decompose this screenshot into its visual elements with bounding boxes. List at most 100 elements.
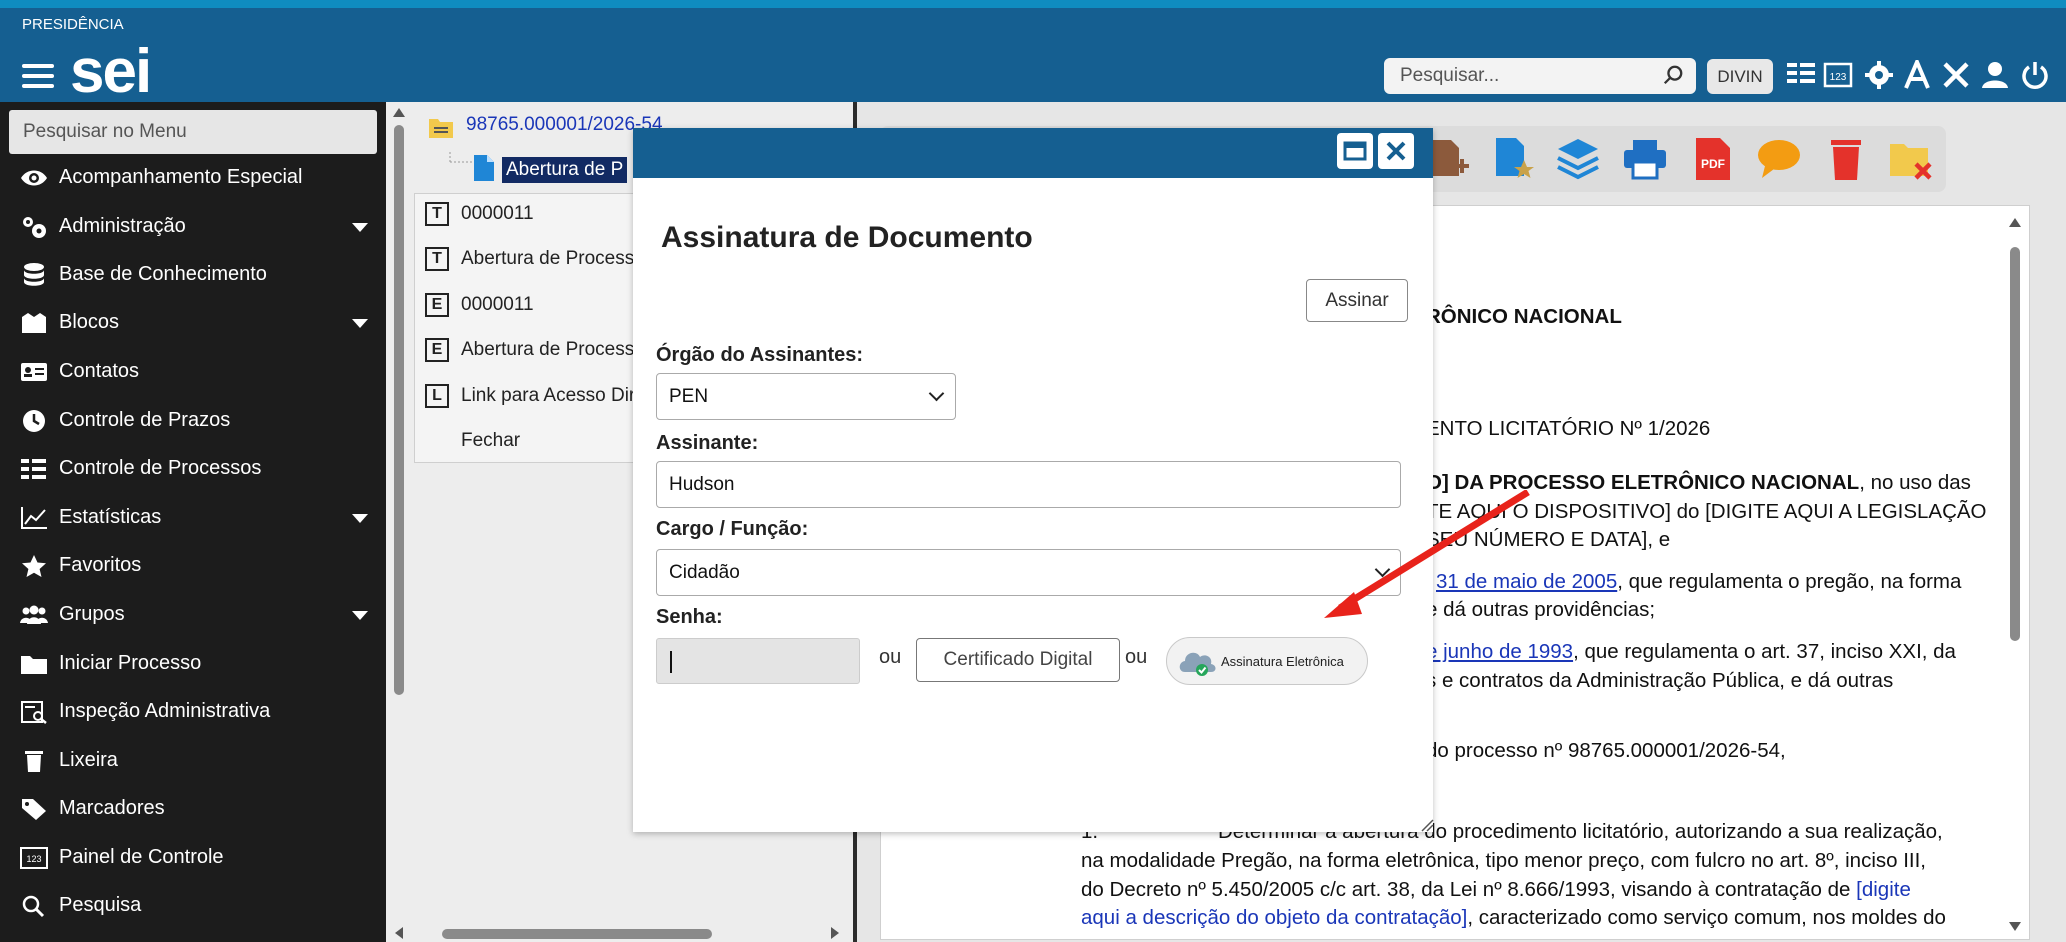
process-list-icon[interactable] <box>1786 60 1816 90</box>
contact-card-icon <box>21 363 47 381</box>
role-select[interactable]: Cidadão <box>656 549 1401 596</box>
maximize-button[interactable] <box>1337 133 1373 169</box>
font-size-icon[interactable] <box>1902 60 1932 90</box>
close-icon <box>1386 141 1406 161</box>
sidebar-item-pesquisa[interactable]: Pesquisa <box>0 885 386 925</box>
ctx-item[interactable]: E Abertura de Processo <box>425 330 645 372</box>
sei-screen: { "header": { "organization": "PRESIDÊNC… <box>0 0 2066 942</box>
signature-modal: Assinatura de Documento Assinar Órgão do… <box>633 128 1433 832</box>
doc-paragraph-line: e junho de 1993, que regulamenta o art. … <box>1426 640 1956 663</box>
sidebar-item-marcadores[interactable]: Marcadores <box>0 788 386 828</box>
database-icon <box>24 263 44 286</box>
ctx-badge: E <box>425 338 449 362</box>
sign-button[interactable]: Assinar <box>1306 279 1408 322</box>
chart-icon <box>21 507 47 529</box>
selected-document-node[interactable]: Abertura de P <box>502 157 628 183</box>
electronic-signature-button[interactable]: Assinatura Eletrônica <box>1166 637 1368 685</box>
chevron-down-icon[interactable] <box>352 223 368 232</box>
signer-field[interactable]: Hudson <box>656 461 1401 508</box>
sidebar-item-painel-controle[interactable]: 123 Painel de Controle <box>0 837 386 877</box>
chevron-down-icon[interactable] <box>352 319 368 328</box>
sidebar-item-estatisticas[interactable]: Estatísticas <box>0 497 386 537</box>
chevron-down-icon <box>928 385 945 402</box>
svg-text:PDF: PDF <box>1701 157 1725 171</box>
top-accent-strip <box>0 0 2066 8</box>
sidebar-item-administracao[interactable]: Administração <box>0 206 386 246</box>
sidebar-item-controle-prazos[interactable]: Controle de Prazos <box>0 400 386 440</box>
ctx-item[interactable]: T 0000011 <box>425 194 645 236</box>
tree-scrollbar[interactable] <box>390 105 408 935</box>
gear-icon[interactable] <box>1864 60 1894 90</box>
menu-search-input[interactable]: Pesquisar no Menu <box>9 110 377 154</box>
horizontal-scrollbar[interactable] <box>392 925 842 942</box>
sidebar-item-inspecao[interactable]: Inspeção Administrativa <box>0 691 386 731</box>
delete-icon[interactable] <box>1823 136 1869 182</box>
folder-icon <box>429 119 453 138</box>
global-search-input[interactable]: Pesquisar... <box>1384 58 1696 94</box>
chevron-down-icon[interactable] <box>352 514 368 523</box>
svg-text:123: 123 <box>1830 72 1847 83</box>
tag-icon <box>22 799 46 820</box>
sidebar-item-lixeira[interactable]: Lixeira <box>0 740 386 780</box>
organization-label: PRESIDÊNCIA <box>22 16 124 33</box>
favorite-document-icon[interactable] <box>1490 136 1536 182</box>
modal-title: Assinatura de Documento <box>661 221 1033 254</box>
sidebar-item-contatos[interactable]: Contatos <box>0 351 386 391</box>
tools-icon[interactable] <box>1941 60 1971 90</box>
sidebar-item-grupos[interactable]: Grupos <box>0 594 386 634</box>
layers-icon[interactable] <box>1555 136 1601 182</box>
or-separator: ou <box>1125 646 1148 668</box>
comment-icon[interactable] <box>1756 136 1802 182</box>
unit-selector-button[interactable]: DIVIN <box>1707 59 1773 94</box>
ctx-badge: T <box>425 247 449 271</box>
panel-123-icon[interactable]: 123 <box>1823 60 1853 90</box>
chevron-down-icon[interactable] <box>352 611 368 620</box>
logout-icon[interactable] <box>2020 60 2050 90</box>
ctx-item[interactable]: L Link para Acesso Direto <box>425 376 645 418</box>
header-bar: PRESIDÊNCIA sei Pesquisar... DIVIN 123 <box>0 8 2066 106</box>
modal-titlebar <box>633 128 1433 178</box>
org-select[interactable]: PEN <box>656 373 956 420</box>
ctx-item[interactable]: E 0000011 <box>425 285 645 327</box>
sidebar-item-iniciar-processo[interactable]: Iniciar Processo <box>0 643 386 683</box>
cloud-check-icon <box>1179 652 1216 676</box>
cancel-folder-icon[interactable] <box>1888 136 1934 182</box>
user-icon[interactable] <box>1980 60 2010 90</box>
resize-grip-icon[interactable] <box>1420 818 1434 832</box>
close-button[interactable] <box>1378 133 1414 169</box>
sidebar-item-acompanhamento[interactable]: Acompanhamento Especial <box>0 157 386 197</box>
or-separator: ou <box>879 646 902 668</box>
hamburger-menu-button[interactable] <box>22 64 54 94</box>
sidebar-item-controle-processos[interactable]: Controle de Processos <box>0 448 386 488</box>
search-icon <box>22 895 45 918</box>
doc-heading: RÔNICO NACIONAL <box>1426 305 1622 328</box>
inspection-icon <box>21 701 47 724</box>
ctx-badge: L <box>425 384 449 408</box>
ctx-item[interactable]: T Abertura de Processo <box>425 239 645 281</box>
sidebar-item-base-conhecimento[interactable]: Base de Conhecimento <box>0 254 386 294</box>
doc-item-line: na modalidade Pregão, na forma eletrônic… <box>1081 849 1927 872</box>
document-icon <box>474 155 494 181</box>
maximize-icon <box>1343 141 1367 161</box>
document-scrollbar[interactable] <box>2006 215 2024 935</box>
print-icon[interactable] <box>1622 136 1668 182</box>
eye-icon <box>21 170 47 186</box>
password-label: Senha: <box>656 606 723 628</box>
clock-icon <box>23 410 45 432</box>
pdf-icon[interactable]: PDF <box>1690 136 1736 182</box>
doc-item-line: aqui a descrição do objeto da contrataçã… <box>1081 906 1946 929</box>
svg-text:123: 123 <box>26 854 41 864</box>
digital-certificate-button[interactable]: Certificado Digital <box>916 638 1120 682</box>
search-icon[interactable] <box>1662 64 1684 86</box>
list-icon <box>21 459 46 479</box>
star-icon <box>22 555 46 577</box>
sidebar-item-blocos[interactable]: Blocos <box>0 302 386 342</box>
blocks-icon <box>22 313 46 333</box>
doc-subheading: ENTO LICITATÓRIO Nº 1/2026 <box>1426 417 1711 440</box>
law-link[interactable]: e junho de 1993 <box>1426 640 1573 663</box>
sidebar-item-favoritos[interactable]: Favoritos <box>0 545 386 585</box>
ctx-close-item[interactable]: Fechar <box>425 421 645 463</box>
trash-icon <box>25 751 43 772</box>
password-field[interactable] <box>656 638 860 684</box>
sei-logo[interactable]: sei <box>70 36 152 107</box>
